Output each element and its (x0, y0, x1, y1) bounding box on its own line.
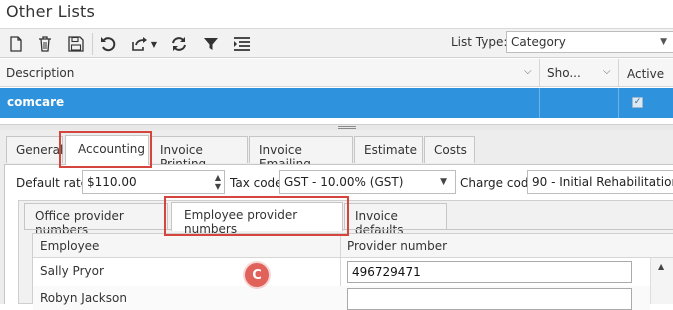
charge-code-select[interactable]: 90 - Initial Rehabilitation As (527, 170, 673, 194)
provider-grid: Employee Provider number Sally Pryor 496… (32, 233, 673, 310)
employee-name: Sally Pryor (40, 264, 104, 278)
filter-button[interactable] (197, 32, 225, 56)
chevron-down-icon[interactable]: ⌵ (524, 66, 532, 77)
column-header-description[interactable]: Description (0, 59, 80, 87)
chevron-down-icon: ▼ (440, 177, 447, 187)
provider-grid-scrollbar[interactable]: ▲ (650, 258, 673, 304)
list-type-value: Category (511, 35, 566, 49)
charge-code-label: Charge code (460, 176, 536, 190)
scroll-up-icon[interactable]: ▲ (658, 262, 664, 271)
table-row[interactable]: comcare ✓ (0, 88, 673, 118)
table-row[interactable]: Robyn Jackson (33, 286, 650, 310)
delete-button[interactable] (31, 32, 59, 56)
window-title: Other Lists (6, 2, 96, 21)
export-icon (132, 37, 147, 51)
subtab-employee-provider-numbers[interactable]: Employee provider numbers (171, 202, 343, 236)
subtab-office-provider-numbers[interactable]: Office provider numbers (24, 203, 168, 237)
new-document-icon (10, 36, 22, 52)
provider-number-input[interactable]: 496729471 (347, 261, 632, 283)
list-type-select[interactable]: Category ▼ (506, 31, 673, 53)
table-row[interactable]: Sally Pryor 496729471 (33, 259, 650, 283)
provider-grid-header: Employee Provider number (33, 234, 673, 258)
new-button[interactable] (2, 32, 30, 56)
column-header-provider-number[interactable]: Provider number (347, 239, 447, 253)
default-rate-input[interactable]: $110.00 ▲ ▼ (82, 170, 225, 194)
tax-code-value: GST - 10.00% (GST) (284, 175, 404, 189)
charge-code-value: 90 - Initial Rehabilitation As (532, 175, 673, 189)
tab-invoice-emailing[interactable]: Invoice Emailing (249, 136, 353, 171)
delete-icon (39, 36, 51, 52)
row-description: comcare (7, 95, 65, 109)
export-button[interactable]: ▼ (125, 32, 163, 56)
grid-header: Description ⌵ Sho... ⌵ Active (0, 59, 673, 87)
employee-name: Robyn Jackson (40, 291, 127, 305)
tab-invoice-printing[interactable]: Invoice Printing (150, 136, 248, 171)
list-type-label: List Type: (451, 35, 508, 49)
column-header-active[interactable]: Active (621, 60, 670, 88)
active-checkbox[interactable]: ✓ (632, 97, 643, 108)
chevron-down-icon[interactable]: ⌵ (603, 66, 611, 77)
tab-general[interactable]: General (6, 136, 63, 163)
list-button[interactable] (228, 32, 256, 56)
tab-estimate[interactable]: Estimate (354, 136, 423, 163)
tax-code-select[interactable]: GST - 10.00% (GST) ▼ (279, 170, 456, 194)
default-rate-value: $110.00 (87, 175, 137, 189)
refresh-button[interactable] (165, 32, 193, 56)
refresh-icon (172, 37, 186, 51)
tax-code-label: Tax code (230, 176, 283, 190)
undo-icon (101, 37, 116, 52)
column-header-employee[interactable]: Employee (40, 239, 99, 253)
save-icon (68, 36, 84, 52)
column-header-show[interactable]: Sho... (541, 59, 587, 87)
tab-accounting[interactable]: Accounting (65, 135, 149, 165)
spinner-icon[interactable]: ▲ ▼ (215, 173, 221, 191)
undo-button[interactable] (94, 32, 122, 56)
filter-icon (204, 38, 218, 50)
default-rate-label: Default rate (16, 176, 89, 190)
tab-costs[interactable]: Costs (424, 136, 475, 163)
save-button[interactable] (62, 32, 90, 56)
annotation-badge: C (245, 263, 269, 287)
chevron-down-icon: ▼ (660, 37, 667, 47)
list-icon (234, 37, 250, 51)
subtab-invoice-defaults[interactable]: Invoice defaults (344, 203, 447, 237)
provider-number-input[interactable] (347, 288, 632, 310)
chevron-down-icon: ▼ (150, 39, 158, 49)
